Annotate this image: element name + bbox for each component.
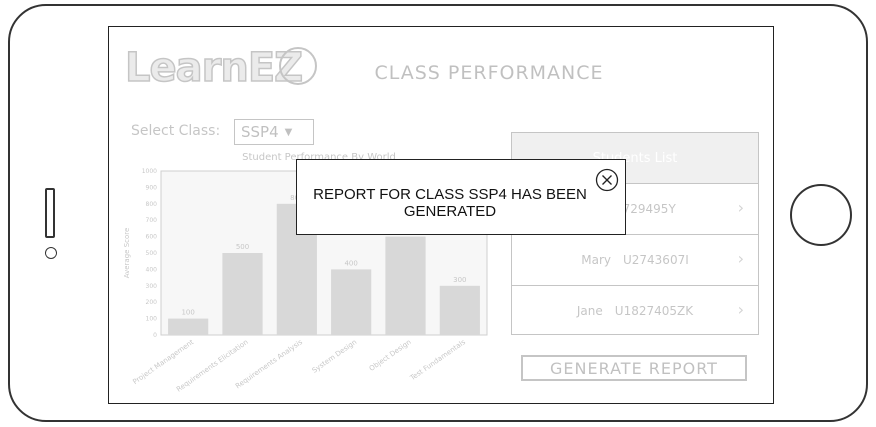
student-row[interactable]: Mary U2743607I › [512, 235, 758, 286]
app-logo: LearnEZ [124, 44, 304, 92]
class-select-label: Select Class: [131, 123, 221, 139]
bar-value-label: 100 [181, 309, 194, 317]
chevron-right-icon: › [737, 249, 744, 268]
y-tick-label: 400 [146, 266, 158, 273]
dialog-message: REPORT FOR CLASS SSP4 HAS BEEN GENERATED [313, 186, 587, 220]
student-name: Mary [581, 253, 611, 267]
chevron-right-icon: › [737, 198, 744, 217]
student-id: U1827405ZK [614, 304, 694, 318]
chevron-down-icon: ▼ [284, 126, 293, 138]
y-tick-label: 300 [146, 283, 158, 290]
chart-bar [222, 253, 263, 335]
chart-bar [385, 236, 426, 335]
bar-value-label: 400 [344, 259, 357, 267]
chart-bar [439, 285, 480, 335]
x-tick-label: Object Design [368, 338, 413, 373]
bar-value-label: 500 [236, 243, 249, 251]
y-tick-label: 200 [146, 299, 158, 306]
home-button[interactable] [790, 184, 852, 246]
phone-speaker [45, 188, 55, 238]
y-tick-label: 600 [146, 234, 158, 241]
class-select[interactable]: SSP4 ▼ [234, 119, 314, 145]
class-select-value: SSP4 [241, 123, 279, 141]
phone-camera [45, 247, 57, 259]
y-axis-label: Average Score [123, 228, 131, 279]
chart-bar [331, 269, 372, 335]
y-tick-label: 900 [146, 184, 158, 191]
y-tick-label: 700 [146, 217, 158, 224]
y-tick-label: 500 [146, 250, 158, 257]
close-icon[interactable] [595, 168, 619, 192]
generate-report-button[interactable]: GENERATE REPORT [521, 355, 747, 381]
student-name: Jane [576, 304, 603, 318]
bar-value-label: 300 [453, 276, 466, 284]
page-title: CLASS PERFORMANCE [374, 62, 604, 84]
y-tick-label: 100 [146, 316, 158, 323]
x-tick-label: System Design [311, 338, 359, 375]
chart-bar [168, 318, 209, 335]
report-generated-dialog: REPORT FOR CLASS SSP4 HAS BEEN GENERATED [296, 159, 626, 235]
y-tick-label: 0 [153, 332, 157, 339]
y-tick-label: 1000 [142, 168, 157, 175]
chevron-right-icon: › [737, 300, 744, 319]
x-tick-label: Test Fundamentals [408, 338, 467, 383]
y-tick-label: 800 [146, 201, 158, 208]
student-row[interactable]: Jane U1827405ZK › [512, 286, 758, 336]
student-id: U2743607I [622, 253, 689, 267]
